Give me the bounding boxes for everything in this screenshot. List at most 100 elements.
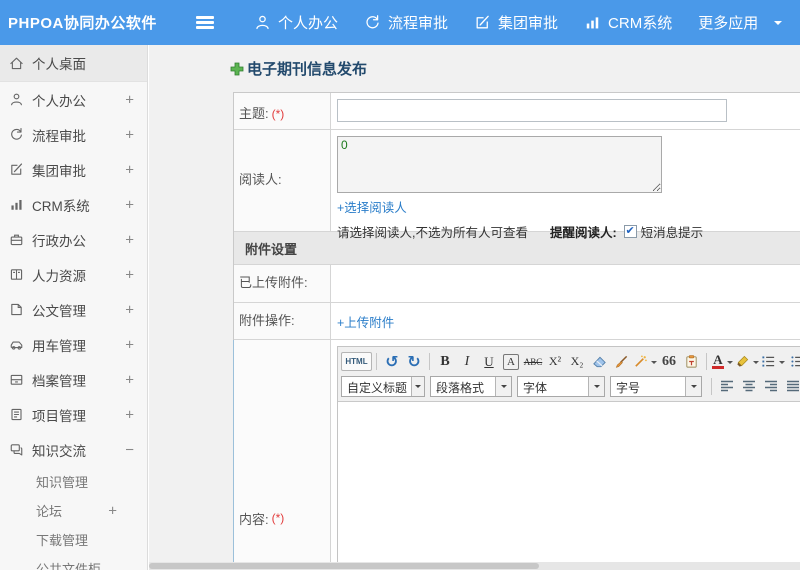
- expand-plus-icon[interactable]: +: [125, 231, 134, 248]
- dropdown-caret-icon: [495, 377, 511, 396]
- editor-html-source-button[interactable]: HTML: [341, 352, 372, 371]
- readers-label: 阅读人:: [234, 130, 331, 231]
- dropdown-caret-icon: [779, 360, 785, 367]
- expand-plus-icon[interactable]: +: [125, 126, 134, 143]
- horizontal-scrollbar[interactable]: [149, 562, 800, 570]
- editor-font-size-select[interactable]: 字号: [610, 376, 702, 397]
- sidebar-item-personal-desktop[interactable]: 个人桌面: [0, 45, 147, 82]
- app-window: PHPOA协同办公软件 个人办公 流程审批 集团审批 CRM系统 更多应用 个人…: [0, 0, 800, 570]
- editor-highlight-color-button[interactable]: [734, 351, 760, 372]
- editor-style-select[interactable]: 自定义标题: [341, 376, 425, 397]
- editor-paste-text-button[interactable]: [680, 351, 702, 372]
- page-title: 电子期刊信息发布: [247, 61, 368, 78]
- sidebar-subitem-forum[interactable]: 论坛 +: [0, 496, 147, 525]
- sidebar-item-crm[interactable]: CRM系统 +: [0, 187, 147, 222]
- topnav-crm[interactable]: CRM系统: [584, 12, 672, 33]
- editor-unordered-list-button[interactable]: [786, 351, 800, 372]
- editor-autotypeset-button[interactable]: [632, 351, 658, 372]
- readers-textarea[interactable]: 0: [337, 136, 662, 193]
- subject-row: 主题: (*): [234, 93, 800, 130]
- topnav-more-apps[interactable]: 更多应用: [698, 12, 783, 33]
- editor-ordered-list-button[interactable]: [760, 351, 786, 372]
- sidebar: 个人桌面 个人办公 + 流程审批 + 集团审批 + CRM系统 + 行政办公 +: [0, 45, 148, 570]
- page-header: 电子期刊信息发布: [230, 58, 800, 79]
- sidebar-item-vehicle-mgmt[interactable]: 用车管理 +: [0, 327, 147, 362]
- sidebar-item-group-approval[interactable]: 集团审批 +: [0, 152, 147, 187]
- sidebar-item-document-mgmt[interactable]: 公文管理 +: [0, 292, 147, 327]
- expand-plus-icon[interactable]: +: [125, 301, 134, 318]
- expand-plus-icon[interactable]: +: [125, 371, 134, 388]
- expand-plus-icon[interactable]: +: [125, 406, 134, 423]
- edit-icon: [9, 162, 24, 177]
- dropdown-caret-icon: [411, 377, 424, 396]
- workflow-icon: [9, 127, 24, 142]
- workflow-icon: [364, 14, 381, 31]
- editor-underline-button[interactable]: U: [478, 351, 500, 372]
- dropdown-caret-icon: [753, 360, 759, 367]
- knowledge-exchange-submenu: 知识管理 论坛 + 下载管理 公共文件柜: [0, 467, 147, 570]
- editor-align-center-button[interactable]: [738, 376, 760, 397]
- editor-align-right-button[interactable]: [760, 376, 782, 397]
- sidebar-item-admin-office[interactable]: 行政办公 +: [0, 222, 147, 257]
- editor-strikethrough-button[interactable]: ABC: [522, 351, 544, 372]
- required-mark: (*): [271, 107, 285, 121]
- align-justify-icon: [787, 380, 799, 392]
- editor-blockquote-button[interactable]: 66: [658, 351, 680, 372]
- top-navigation: 个人办公 流程审批 集团审批 CRM系统 更多应用: [228, 12, 783, 33]
- required-mark: (*): [271, 511, 285, 525]
- editor-format-brush-button[interactable]: [610, 351, 632, 372]
- uploaded-value: [331, 265, 800, 302]
- editor-paragraph-format-select[interactable]: 段落格式: [430, 376, 512, 397]
- menu-toggle-icon[interactable]: [196, 16, 214, 29]
- editor-subscript-button[interactable]: X₂: [566, 351, 588, 372]
- remind-readers-label: 提醒阅读人:: [549, 226, 617, 240]
- editor-italic-button[interactable]: I: [456, 351, 478, 372]
- editor-align-justify-button[interactable]: [782, 376, 800, 397]
- bar-chart-icon: [584, 14, 601, 31]
- uploaded-attachments-row: 已上传附件:: [234, 265, 800, 303]
- topnav-personal-office[interactable]: 个人办公: [254, 12, 338, 33]
- dropdown-caret-icon: [651, 360, 657, 367]
- highlighter-icon: [737, 355, 749, 367]
- archive-icon: [9, 372, 24, 387]
- expand-plus-icon[interactable]: +: [125, 196, 134, 213]
- sidebar-item-personal-office[interactable]: 个人办公 +: [0, 82, 147, 117]
- editor-content-area[interactable]: [338, 402, 800, 570]
- collapse-minus-icon[interactable]: −: [125, 441, 134, 458]
- editor-eraser-button[interactable]: [588, 351, 610, 372]
- sidebar-item-knowledge-exchange[interactable]: 知识交流 −: [0, 432, 147, 467]
- topnav-group-approval[interactable]: 集团审批: [474, 12, 558, 33]
- expand-plus-icon[interactable]: +: [125, 161, 134, 178]
- subject-input[interactable]: [337, 99, 727, 122]
- editor-align-left-button[interactable]: [716, 376, 738, 397]
- editor-undo-button[interactable]: ↺: [381, 351, 403, 372]
- scrollbar-thumb[interactable]: [149, 563, 539, 569]
- sidebar-item-archive-mgmt[interactable]: 档案管理 +: [0, 362, 147, 397]
- editor-font-color-button[interactable]: A: [711, 351, 734, 372]
- sidebar-item-hr[interactable]: 人力资源 +: [0, 257, 147, 292]
- sidebar-subitem-public-file-cabinet[interactable]: 公共文件柜: [0, 554, 147, 570]
- caret-down-icon: [774, 20, 783, 29]
- editor-font-style-button[interactable]: A: [503, 353, 519, 370]
- align-right-icon: [765, 380, 777, 392]
- editor-bold-button[interactable]: B: [434, 351, 456, 372]
- sidebar-subitem-knowledge-mgmt[interactable]: 知识管理: [0, 467, 147, 496]
- sidebar-item-project-mgmt[interactable]: 项目管理 +: [0, 397, 147, 432]
- editor-superscript-button[interactable]: X²: [544, 351, 566, 372]
- sms-checkbox[interactable]: [623, 225, 637, 238]
- car-icon: [9, 337, 24, 352]
- editor-font-family-select[interactable]: 字体: [517, 376, 605, 397]
- expand-plus-icon[interactable]: +: [125, 336, 134, 353]
- editor-redo-button[interactable]: ↻: [403, 351, 425, 372]
- select-readers-link[interactable]: +选择阅读人: [337, 197, 407, 216]
- sidebar-item-workflow-approval[interactable]: 流程审批 +: [0, 117, 147, 152]
- expand-plus-icon[interactable]: +: [125, 266, 134, 283]
- upload-attachment-link[interactable]: +上传附件: [337, 312, 394, 331]
- sidebar-subitem-download-mgmt[interactable]: 下载管理: [0, 525, 147, 554]
- topnav-workflow-approval[interactable]: 流程审批: [364, 12, 448, 33]
- expand-plus-icon[interactable]: +: [108, 502, 117, 519]
- briefcase-icon: [9, 232, 24, 247]
- dropdown-caret-icon: [685, 377, 701, 396]
- expand-plus-icon[interactable]: +: [125, 91, 134, 108]
- readers-row: 阅读人: 0 +选择阅读人 请选择阅读人,不选为所有人可查看 提醒阅读人: 短消…: [234, 130, 800, 240]
